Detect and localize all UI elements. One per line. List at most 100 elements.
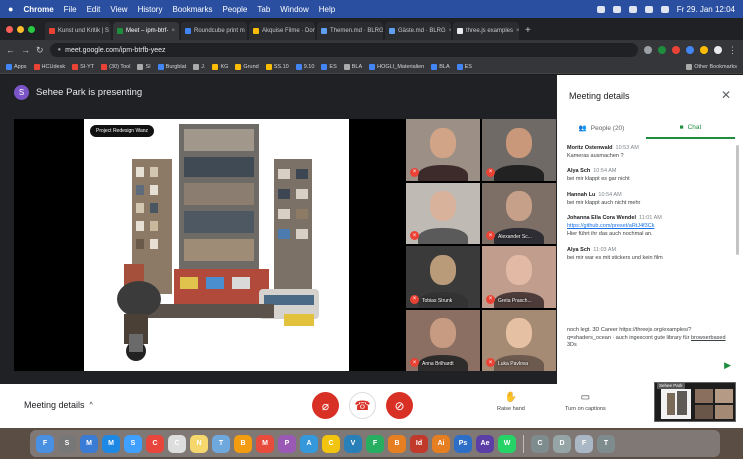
dock-app-icon[interactable]: T xyxy=(597,434,615,453)
bookmark-item[interactable]: Apps xyxy=(6,63,27,70)
status-icon[interactable] xyxy=(612,5,621,13)
menu-app-name[interactable]: Chrome xyxy=(23,5,53,14)
dock-app-icon[interactable]: C xyxy=(531,434,549,453)
presentation-stage[interactable]: Project Redesign Wanz xyxy=(14,119,406,371)
dock-app-icon[interactable]: C xyxy=(146,434,164,453)
dock-app-icon[interactable]: F xyxy=(366,434,384,453)
bookmark-item[interactable]: ES xyxy=(456,63,472,70)
menu-kebab-icon[interactable]: ⋮ xyxy=(728,45,737,56)
reload-icon[interactable]: ↻ xyxy=(36,45,44,56)
camera-off-button[interactable]: ⊘ xyxy=(386,392,413,419)
hang-up-button[interactable]: ☎ xyxy=(349,392,376,419)
dock-app-icon[interactable]: B xyxy=(234,434,252,453)
extension-icon[interactable] xyxy=(658,46,666,54)
dock-app-icon[interactable]: A xyxy=(300,434,318,453)
battery-icon[interactable] xyxy=(644,5,653,13)
tab-people[interactable]: 👥 People (20) xyxy=(557,117,646,139)
participant-tile[interactable]: × Alexander Sc... xyxy=(482,182,556,244)
dock-app-icon[interactable]: Ai xyxy=(432,434,450,453)
bookmark-item[interactable]: BLA xyxy=(343,63,362,70)
extension-icon[interactable] xyxy=(672,46,680,54)
send-icon[interactable]: ▶ xyxy=(724,360,731,371)
wifi-icon[interactable] xyxy=(628,5,637,13)
tab-chat[interactable]: ■ Chat xyxy=(646,117,735,139)
menu-view[interactable]: View xyxy=(110,5,127,14)
menu-bookmarks[interactable]: Bookmarks xyxy=(172,5,212,14)
menu-edit[interactable]: Edit xyxy=(87,5,101,14)
dock-app-icon[interactable]: T xyxy=(212,434,230,453)
bookmark-item[interactable]: (30) Tool xyxy=(101,63,130,70)
menu-people[interactable]: People xyxy=(222,5,247,14)
browser-tab[interactable]: three.js examples × xyxy=(453,22,519,40)
extension-icon[interactable] xyxy=(700,46,708,54)
minimize-window-button[interactable] xyxy=(17,25,24,33)
bookmark-item[interactable]: SI-YT xyxy=(72,63,94,70)
dock-app-icon[interactable]: Ae xyxy=(476,434,494,453)
raise-hand-button[interactable]: ✋ Raise hand xyxy=(497,392,525,412)
dock-app-icon[interactable]: F xyxy=(36,434,54,453)
menu-tab[interactable]: Tab xyxy=(257,5,270,14)
close-tab-icon[interactable]: × xyxy=(449,28,451,34)
browser-tab[interactable]: Meet – ipm-btrf- × xyxy=(113,22,179,40)
participant-tile[interactable]: × Greta Prasch... xyxy=(482,246,556,308)
menubar-clock[interactable]: Fr 29. Jan 12:04 xyxy=(677,5,735,14)
participant-tile[interactable]: × Anna Brilhardt xyxy=(406,309,480,371)
browser-tab[interactable]: Akquise Filme · Don× xyxy=(249,22,315,40)
bookmark-item[interactable]: BLA xyxy=(431,63,450,70)
bookmark-item[interactable]: J. xyxy=(193,63,205,70)
bookmark-item[interactable]: KG xyxy=(212,63,228,70)
dock-app-icon[interactable]: P xyxy=(278,434,296,453)
menu-help[interactable]: Help xyxy=(319,5,335,14)
new-tab-button[interactable]: + xyxy=(525,22,531,40)
menu-file[interactable]: File xyxy=(64,5,77,14)
browser-tab[interactable]: Roundcube print m× xyxy=(181,22,247,40)
dock-app-icon[interactable]: M xyxy=(102,434,120,453)
close-window-button[interactable] xyxy=(6,25,13,33)
bookmark-item[interactable]: 9.10 xyxy=(295,63,314,70)
bookmark-item[interactable]: SI xyxy=(137,63,151,70)
close-tab-icon[interactable]: × xyxy=(171,28,175,34)
mic-off-button[interactable]: ⌀ xyxy=(312,392,339,419)
menu-window[interactable]: Window xyxy=(280,5,308,14)
chat-scrollbar[interactable] xyxy=(736,145,739,255)
dock-app-icon[interactable]: M xyxy=(80,434,98,453)
chat-link[interactable]: https://github.com/preset/aRtJ4f3Ck xyxy=(567,223,727,229)
address-bar[interactable]: ● meet.google.com/ipm-btrfb-yeez xyxy=(49,43,638,57)
profile-avatar[interactable] xyxy=(714,46,722,54)
dock-app-icon[interactable]: C xyxy=(322,434,340,453)
captions-button[interactable]: ▭ Turn on captions xyxy=(565,392,606,412)
search-icon[interactable] xyxy=(660,5,669,13)
bookmark-item[interactable]: Grund xyxy=(235,63,259,70)
self-view-thumbnail[interactable]: Sehee Park xyxy=(654,382,736,422)
zoom-window-button[interactable] xyxy=(28,25,35,33)
dock-app-icon[interactable]: M xyxy=(256,434,274,453)
apple-icon[interactable]: ● xyxy=(8,4,13,14)
dock-app-icon[interactable]: B xyxy=(388,434,406,453)
status-icon[interactable] xyxy=(596,5,605,13)
bookmark-item[interactable]: Burgblat xyxy=(157,63,186,70)
close-tab-icon[interactable]: × xyxy=(516,28,519,34)
participant-tile[interactable]: × Tobias Strunk xyxy=(406,246,480,308)
browser-tab[interactable]: Gäste.md · BLRG × xyxy=(385,22,451,40)
browser-tab[interactable]: Kunst und Kritik | S× xyxy=(45,22,111,40)
menu-history[interactable]: History xyxy=(138,5,163,14)
participant-tile[interactable]: × xyxy=(482,119,556,181)
dock-app-icon[interactable]: W xyxy=(498,434,516,453)
dock-app-icon[interactable]: C xyxy=(168,434,186,453)
dock-app-icon[interactable]: Id xyxy=(410,434,428,453)
bookmark-item[interactable]: HOGLI_Materialien xyxy=(369,63,424,70)
dock-app-icon[interactable]: N xyxy=(190,434,208,453)
dock-app-icon[interactable]: V xyxy=(344,434,362,453)
dock-app-icon[interactable]: S xyxy=(58,434,76,453)
dock-app-icon[interactable]: D xyxy=(553,434,571,453)
browser-tab[interactable]: Themen.md · BLRG× xyxy=(317,22,383,40)
dock-app-icon[interactable]: S xyxy=(124,434,142,453)
forward-icon[interactable]: → xyxy=(21,45,30,55)
participant-tile[interactable]: × xyxy=(406,119,480,181)
close-icon[interactable]: ✕ xyxy=(721,88,731,102)
dock-app-icon[interactable]: F xyxy=(575,434,593,453)
bookmark-item[interactable]: SS.10 xyxy=(265,63,289,70)
bookmark-item[interactable]: ES xyxy=(321,63,337,70)
back-icon[interactable]: ← xyxy=(6,45,15,55)
meeting-details-button[interactable]: Meeting details ^ xyxy=(24,400,93,410)
